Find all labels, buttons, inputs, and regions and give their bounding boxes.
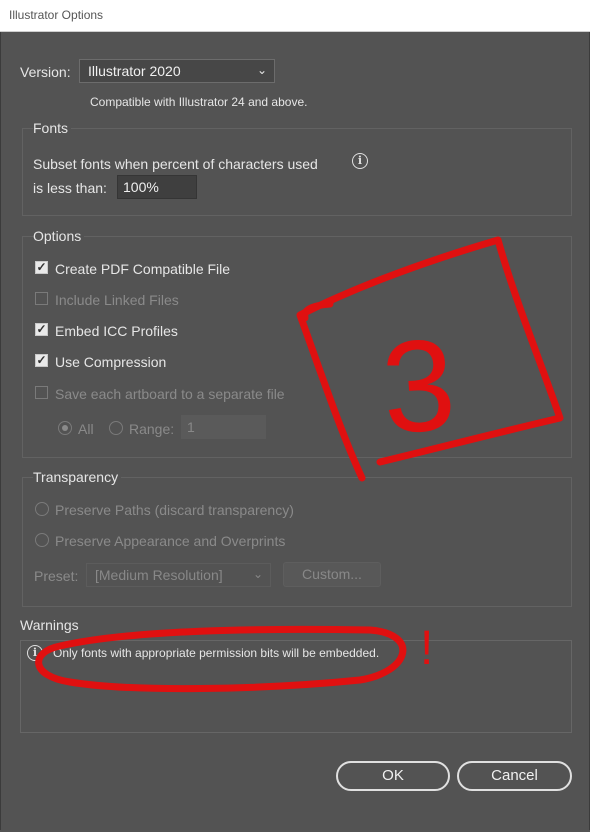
- chevron-down-icon: ⌄: [256, 63, 267, 77]
- subset-percent-value: 100%: [123, 179, 159, 195]
- ok-button[interactable]: OK: [336, 761, 450, 791]
- range-label: Range:: [129, 421, 175, 437]
- cancel-button[interactable]: Cancel: [457, 761, 572, 791]
- transparency-group-title: Transparency: [33, 469, 122, 485]
- preserve-appearance-radio[interactable]: [35, 533, 49, 547]
- version-select[interactable]: Illustrator 2020 ⌄: [79, 59, 275, 83]
- warnings-group-title: Warnings: [20, 617, 79, 633]
- options-group-title: Options: [33, 228, 85, 244]
- custom-button[interactable]: Custom...: [283, 562, 381, 587]
- fonts-group-title: Fonts: [33, 120, 72, 136]
- preserve-paths-radio[interactable]: [35, 502, 49, 516]
- cancel-button-label: Cancel: [491, 767, 538, 784]
- save-artboards-label: Save each artboard to a separate file: [55, 386, 285, 402]
- subset-percent-field[interactable]: 100%: [117, 175, 197, 199]
- info-icon[interactable]: i: [352, 153, 368, 169]
- embed-icc-label: Embed ICC Profiles: [55, 323, 178, 339]
- include-linked-label: Include Linked Files: [55, 292, 179, 308]
- version-select-value: Illustrator 2020: [88, 63, 181, 79]
- title-bar: Illustrator Options: [0, 0, 590, 32]
- all-radio[interactable]: [58, 421, 72, 435]
- include-linked-checkbox[interactable]: [35, 292, 48, 305]
- custom-button-label: Custom...: [302, 566, 362, 582]
- window-title: Illustrator Options: [9, 8, 104, 22]
- fonts-group: [22, 128, 572, 216]
- preserve-appearance-label: Preserve Appearance and Overprints: [55, 533, 286, 549]
- warning-info-icon: i: [27, 645, 43, 661]
- range-field[interactable]: 1: [181, 415, 266, 439]
- compat-note: Compatible with Illustrator 24 and above…: [90, 95, 308, 109]
- save-artboards-checkbox[interactable]: [35, 386, 48, 399]
- subset-label-line2: is less than:: [33, 180, 107, 196]
- use-compression-label: Use Compression: [55, 354, 167, 370]
- create-pdf-checkbox[interactable]: ✓: [35, 261, 48, 274]
- preserve-paths-label: Preserve Paths (discard transparency): [55, 502, 294, 518]
- preset-label: Preset:: [34, 568, 79, 584]
- preset-select[interactable]: [Medium Resolution] ⌄: [86, 563, 271, 587]
- version-label: Version:: [20, 64, 71, 80]
- illustrator-options-dialog: Version: Illustrator 2020 ⌄ Compatible w…: [0, 32, 590, 830]
- use-compression-checkbox[interactable]: ✓: [35, 354, 48, 367]
- create-pdf-label: Create PDF Compatible File: [55, 261, 231, 277]
- subset-label-line1: Subset fonts when percent of characters …: [33, 156, 318, 172]
- warning-message: Only fonts with appropriate permission b…: [53, 646, 380, 660]
- preset-select-value: [Medium Resolution]: [95, 567, 223, 583]
- all-label: All: [78, 421, 94, 437]
- embed-icc-checkbox[interactable]: ✓: [35, 323, 48, 336]
- ok-button-label: OK: [382, 767, 404, 784]
- chevron-down-icon: ⌄: [252, 567, 263, 581]
- range-value: 1: [187, 419, 195, 435]
- range-radio[interactable]: [109, 421, 123, 435]
